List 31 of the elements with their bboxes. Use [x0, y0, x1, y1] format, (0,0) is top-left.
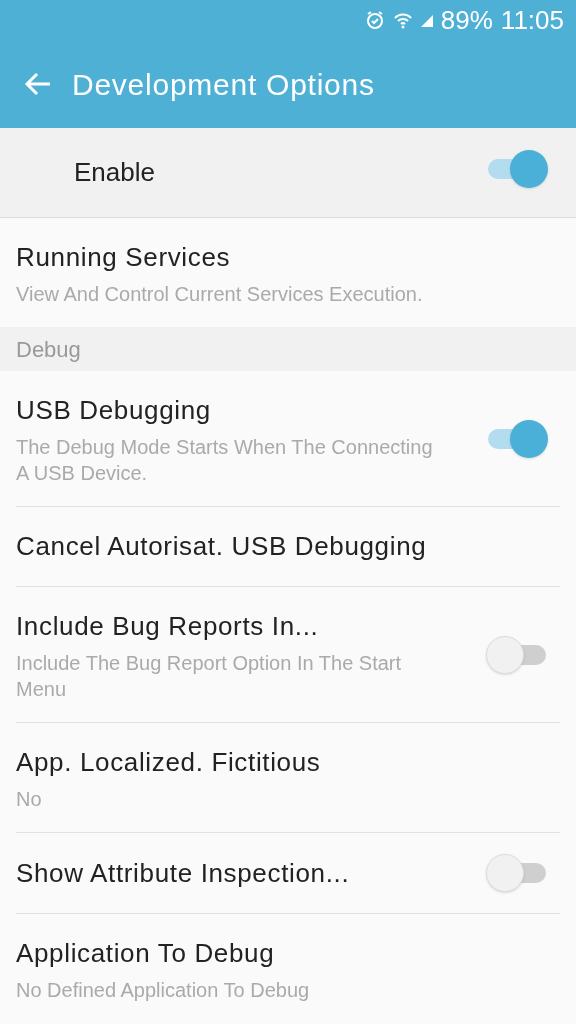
- item-summary: No Defined Application To Debug: [16, 978, 310, 1003]
- settings-item[interactable]: Application To Debug No Defined Application To Debug: [0, 914, 576, 1023]
- settings-item[interactable]: Cancel Autorisat. USB Debugging: [0, 507, 576, 586]
- settings-item[interactable]: USB Debugging The Debug Mode Starts When The Connecting A USB Device.: [0, 371, 576, 506]
- item-title: USB Debugging: [16, 394, 212, 427]
- screen-title: Development Options: [72, 66, 375, 103]
- toggle-switch[interactable]: [486, 634, 548, 675]
- section-header: Debug: [16, 335, 81, 364]
- master-switch-label: Enable: [74, 156, 155, 189]
- item-summary: No: [16, 787, 43, 812]
- settings-item[interactable]: App. Localized. Fictitious No: [0, 723, 576, 832]
- battery-level: 89%: [440, 3, 493, 37]
- back-arrow-icon[interactable]: [24, 72, 52, 96]
- item-summary: Include The Bug Report Option In The Start Menu: [16, 651, 403, 702]
- item-title: Application To Debug: [16, 937, 276, 970]
- toggle-switch[interactable]: [486, 418, 548, 459]
- item-summary: View And Control Current Services Execution.: [16, 282, 423, 307]
- item-title: Running Services: [16, 241, 232, 274]
- settings-item[interactable]: Include Bug Reports In... Include The Bug Report Option In The Start Menu: [0, 587, 576, 722]
- alarm-icon: [364, 10, 385, 30]
- item-summary: The Debug Mode Starts When The Connecting A USB Device.: [16, 435, 434, 486]
- item-title: Cancel Autorisat. USB Debugging: [16, 530, 427, 563]
- item-title: Show Attribute Inspection...: [16, 856, 350, 890]
- clock: 11:05: [500, 3, 564, 37]
- toggle-switch[interactable]: [486, 149, 548, 189]
- item-title: App. Localized. Fictitious: [16, 746, 321, 779]
- settings-item[interactable]: Running Services View And Control Current Services Execution.: [0, 218, 576, 327]
- toggle-switch[interactable]: [486, 853, 548, 893]
- signal-icon: [420, 13, 433, 27]
- item-title: Include Bug Reports In...: [16, 610, 320, 643]
- settings-item[interactable]: Show Attribute Inspection...: [0, 833, 576, 913]
